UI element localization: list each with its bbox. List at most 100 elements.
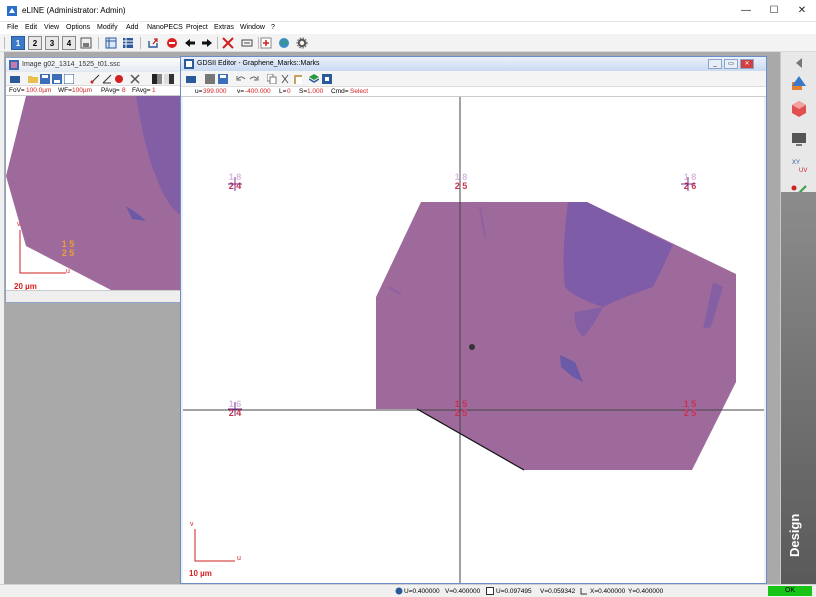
s-label: S= (299, 88, 308, 95)
menu-project[interactable]: Project (186, 22, 208, 34)
layers-icon[interactable] (309, 74, 319, 84)
menu-file[interactable]: File (7, 22, 18, 34)
window-icon[interactable] (64, 74, 74, 84)
back-arrow-icon[interactable] (183, 36, 197, 50)
menu-options[interactable]: Options (66, 22, 90, 34)
status-y: Y=0.400000 (628, 588, 664, 595)
cmd-value: Select (350, 88, 369, 95)
gds-restore-button[interactable]: ▭ (724, 59, 738, 69)
favg-value: 1 (152, 87, 156, 94)
export-icon[interactable] (146, 36, 160, 50)
cube-icon[interactable] (790, 100, 808, 118)
gds-axis-v: v (190, 521, 194, 528)
menu-help[interactable]: ? (271, 22, 275, 34)
v-value: -400.000 (245, 88, 271, 95)
image-window-titlebar[interactable]: Image g02_1314_1525_t01.ssc (6, 58, 182, 72)
xy-uv-icon[interactable]: XY UV (790, 156, 808, 174)
fov-label: FoV= (9, 87, 25, 94)
close-button[interactable]: ✕ (788, 3, 816, 19)
image-scale: 20 µm (14, 282, 37, 290)
l-value: 0 (287, 88, 291, 95)
status-u2: U=0.097495 (496, 588, 532, 595)
gds-save-icon[interactable] (218, 74, 228, 84)
view-1-button[interactable]: 1 (11, 36, 25, 50)
status-v2: V=0.059342 (540, 588, 576, 595)
v-label: v= (237, 88, 245, 95)
gds-window-icon[interactable] (205, 74, 215, 84)
undo-icon[interactable] (236, 74, 246, 84)
target-icon[interactable] (259, 36, 273, 50)
table-icon[interactable] (104, 36, 118, 50)
minimize-button[interactable]: — (732, 3, 760, 19)
gds-close-button[interactable]: ✕ (740, 59, 754, 69)
cut-icon[interactable] (280, 74, 290, 84)
save-as-icon[interactable] (52, 74, 62, 84)
gds-info-bar: u= 399.000 v= -400.000 L= 0 S= 1.000 Cmd… (181, 87, 766, 97)
save-icon[interactable] (40, 74, 50, 84)
paste-icon[interactable] (293, 74, 303, 84)
gds-titlebar[interactable]: GDSII Editor - Graphene_Marks::Marks _ ▭… (181, 57, 766, 71)
menu-edit[interactable]: Edit (25, 22, 37, 34)
view-4-button[interactable]: 4 (62, 36, 76, 50)
collapse-icon[interactable] (790, 54, 808, 72)
tools-icon[interactable] (130, 74, 140, 84)
wf-value: 100µm (72, 87, 93, 94)
image-canvas[interactable]: 1 52 5 v u 20 µm (6, 96, 182, 290)
open-icon[interactable] (28, 74, 38, 84)
pavg-value: 8 (122, 87, 126, 94)
menu-add[interactable]: Add (126, 22, 138, 34)
camera-icon[interactable] (10, 74, 20, 84)
stop-icon[interactable] (165, 36, 179, 50)
measure-icon[interactable] (90, 74, 100, 84)
view-2-button[interactable]: 2 (28, 36, 42, 50)
globe-icon[interactable] (277, 36, 291, 50)
gds-minimize-button[interactable]: _ (708, 59, 722, 69)
pavg-label: PAvg= (101, 87, 120, 94)
image-window[interactable]: Image g02_1314_1525_t01.ssc FoV= 100.0µm… (5, 57, 183, 303)
maximize-button[interactable]: ☐ (760, 3, 788, 19)
view-3-button[interactable]: 3 (45, 36, 59, 50)
mark-crosses (228, 177, 695, 416)
copy-icon[interactable] (267, 74, 277, 84)
status-v: V=0.400000 (445, 588, 481, 595)
menu-nanopecs[interactable]: NanoPECS (147, 22, 183, 34)
cross-icon[interactable] (221, 36, 235, 50)
globe-status-icon (395, 587, 403, 595)
gds-camera-icon[interactable] (186, 74, 196, 84)
cmd-label: Cmd= (331, 88, 349, 95)
u-value: 399.000 (203, 88, 227, 95)
redo-icon[interactable] (249, 74, 259, 84)
menu-view[interactable]: View (44, 22, 59, 34)
record-icon[interactable] (114, 74, 124, 84)
menu-modify[interactable]: Modify (97, 22, 118, 34)
forward-arrow-icon[interactable] (200, 36, 214, 50)
menu-bar: File Edit View Options Modify Add NanoPE… (0, 22, 816, 34)
measure-angle-icon[interactable] (102, 74, 112, 84)
monitor-icon[interactable] (790, 130, 808, 148)
s-value: 1.000 (307, 88, 324, 95)
design-tab-label: Design (787, 513, 802, 557)
structure-icon[interactable] (322, 74, 332, 84)
gds-canvas[interactable]: 1 82 4 1 82 5 1 82 6 1 62 4 1 52 5 1 52 … (183, 97, 764, 583)
app-titlebar: eLINE (Administrator: Admin) — ☐ ✕ (0, 0, 816, 22)
right-panel: XY UV Design (780, 52, 816, 584)
menu-extras[interactable]: Extras (214, 22, 234, 34)
shapes-icon[interactable] (790, 74, 808, 92)
stage-status-icon (486, 587, 494, 595)
contrast-icon[interactable] (152, 74, 162, 84)
xy-status-icon (580, 588, 587, 595)
layout-icon[interactable] (79, 36, 93, 50)
gds-axis-u: u (237, 555, 241, 562)
menu-window[interactable]: Window (240, 22, 265, 34)
image-axis-v: v (17, 221, 21, 228)
stage-icon[interactable] (240, 36, 254, 50)
brightness-icon[interactable] (164, 74, 174, 84)
app-icon (7, 6, 17, 16)
grid-icon[interactable] (121, 36, 135, 50)
gds-editor-window[interactable]: GDSII Editor - Graphene_Marks::Marks _ ▭… (180, 56, 767, 584)
image-window-title: Image g02_1314_1525_t01.ssc (22, 61, 121, 68)
gds-axes-indicator (194, 529, 235, 562)
image-info-bar: FoV= 100.0µm WF= 100µm PAvg= 8 FAvg= 1 (6, 86, 182, 96)
gds-title: GDSII Editor - Graphene_Marks::Marks (197, 60, 320, 67)
settings-icon[interactable] (295, 36, 309, 50)
